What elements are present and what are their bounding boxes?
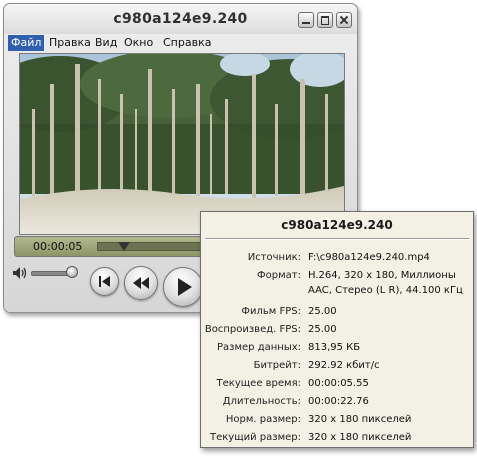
info-label: Формат:: [257, 270, 301, 281]
info-value: 320 x 180 пикселей: [308, 414, 412, 425]
minimize-button[interactable]: [298, 12, 314, 28]
info-value: 25.00: [308, 306, 337, 317]
maximize-button[interactable]: [317, 12, 333, 28]
scrubber-track[interactable]: [97, 242, 209, 251]
close-button[interactable]: [336, 12, 352, 28]
title-bar[interactable]: c980a124e9.240: [4, 4, 357, 34]
info-value: 813,95 КБ: [308, 342, 361, 353]
info-value: F:\c980a124e9.240.mp4: [308, 252, 430, 263]
movie-info-panel: c980a124e9.240 Источник: F:\c980a124e9.2…: [200, 211, 474, 448]
play-icon: [178, 278, 192, 296]
info-label: Длительность:: [222, 396, 301, 407]
menu-bar: Файл Правка Вид Окно Справка: [8, 35, 354, 51]
info-label: Норм. размер:: [225, 414, 301, 425]
rewind-icon: [133, 277, 149, 289]
info-label: Текущее время:: [216, 378, 301, 389]
info-value: 00:00:22.76: [308, 396, 369, 407]
speaker-icon[interactable]: [13, 267, 27, 279]
menu-edit[interactable]: Правка: [46, 35, 94, 51]
info-value: 00:00:05.55: [308, 378, 369, 389]
volume-knob[interactable]: [66, 266, 78, 278]
timecode-display: 00:00:05: [33, 240, 83, 253]
menu-window[interactable]: Окно: [121, 35, 156, 51]
menu-file[interactable]: Файл: [8, 35, 45, 51]
info-label: Размер данных:: [217, 342, 301, 353]
info-label: Битрейт:: [253, 360, 301, 371]
menu-help[interactable]: Справка: [160, 35, 214, 51]
info-label: Текущий размер:: [209, 432, 301, 443]
info-value: 320 x 180 пикселей: [308, 432, 412, 443]
volume-slider[interactable]: [31, 271, 71, 276]
info-label: Воспроизвед. FPS:: [204, 324, 301, 335]
go-to-start-button[interactable]: [90, 267, 119, 296]
menu-view[interactable]: Вид: [92, 35, 120, 51]
video-frame[interactable]: [19, 53, 345, 235]
video-content-image: [20, 54, 344, 234]
info-value: AAC, Стерео (L R), 44.100 кГц: [308, 285, 463, 296]
playhead-icon[interactable]: [118, 242, 131, 251]
rewind-button[interactable]: [124, 266, 158, 300]
play-button[interactable]: [163, 267, 203, 307]
skip-start-icon: [99, 276, 110, 287]
divider: [205, 238, 469, 240]
info-value: 25.00: [308, 324, 337, 335]
info-title: c980a124e9.240: [281, 218, 393, 232]
info-value: 292.92 кбит/с: [308, 360, 380, 371]
info-label: Источник:: [247, 252, 301, 263]
info-label: Фильм FPS:: [241, 306, 301, 317]
